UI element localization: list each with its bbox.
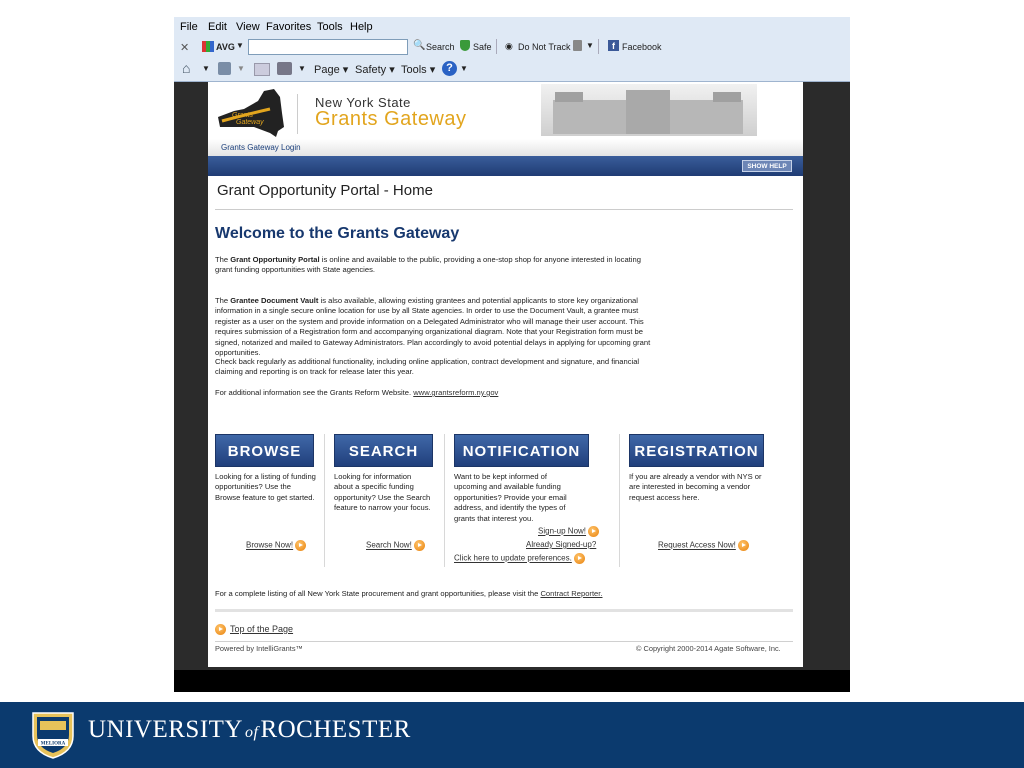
safe-button[interactable]: Safe xyxy=(473,42,492,52)
avg-search-button[interactable]: Search xyxy=(426,42,455,52)
chevron-down-icon[interactable]: ▼ xyxy=(298,64,306,73)
chevron-down-icon[interactable]: ▼ xyxy=(586,41,594,50)
column-divider xyxy=(619,434,620,567)
university-footer: MELIORA UNIVERSITY ofROCHESTER xyxy=(0,702,1024,768)
site-name: Grants Gateway xyxy=(315,108,467,130)
registration-button[interactable]: REGISTRATION xyxy=(629,434,764,467)
safety-menu[interactable]: Safety ▾ xyxy=(355,63,395,76)
request-access-link[interactable]: Request Access Now! xyxy=(658,540,749,551)
close-toolbar-icon[interactable]: ✕ xyxy=(180,41,189,54)
powered-by: Powered by IntelliGrants™ xyxy=(215,644,303,653)
menu-edit[interactable]: Edit xyxy=(208,21,227,33)
avg-logo-icon xyxy=(202,41,214,52)
capitol-building-image xyxy=(541,84,757,136)
seal-motto: MELIORA xyxy=(41,742,66,747)
search-button[interactable]: SEARCH xyxy=(334,434,433,467)
menu-help[interactable]: Help xyxy=(350,21,373,33)
intro-paragraph: The Grant Opportunity Portal is online a… xyxy=(215,255,641,275)
vault-paragraph: The Grantee Document Vault is also avail… xyxy=(215,296,651,358)
search-now-link[interactable]: Search Now! xyxy=(366,540,425,551)
svg-text:Gateway: Gateway xyxy=(236,119,264,126)
page-menu[interactable]: Page ▾ xyxy=(314,63,348,76)
column-divider xyxy=(324,434,325,567)
footer-divider xyxy=(215,609,793,612)
do-not-track-button[interactable]: Do Not Track xyxy=(518,42,571,52)
reform-paragraph: For additional information see the Grant… xyxy=(215,388,499,397)
update-preferences-link[interactable]: Click here to update preferences. xyxy=(454,553,585,564)
already-signed-up-link[interactable]: Already Signed-up? xyxy=(526,540,596,549)
search-description: Looking for information about a specific… xyxy=(334,472,431,513)
title-divider xyxy=(215,209,793,210)
chevron-down-icon[interactable]: ▼ xyxy=(460,64,468,73)
browser-screenshot: File Edit View Favorites Tools Help ✕ AV… xyxy=(174,17,850,692)
arrow-circle-icon xyxy=(413,540,425,551)
menu-tools[interactable]: Tools xyxy=(317,21,343,33)
search-icon: 🔍 xyxy=(413,40,426,51)
chevron-down-icon[interactable]: ▼ xyxy=(237,64,245,73)
update-paragraph: Check back regularly as additional funct… xyxy=(215,357,640,377)
arrow-circle-icon xyxy=(295,540,307,551)
toolbar-divider xyxy=(496,39,497,54)
login-tab[interactable]: Grants Gateway Login xyxy=(221,143,301,152)
procurement-note: For a complete listing of all New York S… xyxy=(215,589,603,598)
trash-icon[interactable] xyxy=(573,40,582,51)
chevron-down-icon[interactable]: ▼ xyxy=(236,41,244,50)
mail-icon[interactable] xyxy=(254,63,270,76)
menu-view[interactable]: View xyxy=(236,21,260,33)
top-of-page-link[interactable]: Top of the Page xyxy=(215,624,293,636)
printer-icon[interactable] xyxy=(277,62,292,75)
arrow-circle-icon xyxy=(588,526,600,537)
eye-icon: ◉ xyxy=(505,41,513,51)
notification-button[interactable]: NOTIFICATION xyxy=(454,434,589,467)
blue-nav-bar: SHOW HELP xyxy=(208,156,803,176)
arrow-circle-icon xyxy=(215,624,226,636)
browse-now-link[interactable]: Browse Now! xyxy=(246,540,307,551)
chevron-down-icon[interactable]: ▼ xyxy=(202,64,210,73)
copyright: © Copyright 2000-2014 Agate Software, In… xyxy=(636,644,781,653)
university-seal-icon: MELIORA xyxy=(32,712,74,759)
menu-file[interactable]: File xyxy=(180,21,198,33)
browser-status-area xyxy=(174,670,850,692)
browse-button[interactable]: BROWSE xyxy=(215,434,314,467)
menu-favorites[interactable]: Favorites xyxy=(266,21,311,33)
avg-label: AVG xyxy=(216,42,235,52)
bottom-divider xyxy=(215,641,793,642)
header-divider xyxy=(297,94,298,134)
help-icon[interactable]: ? xyxy=(442,61,457,76)
avg-toolbar: ✕ AVG ▼ 🔍 Search Safe ◉ Do Not Track ▼ f… xyxy=(174,37,850,57)
arrow-circle-icon xyxy=(573,553,585,564)
arrow-circle-icon xyxy=(737,540,749,551)
page-title: Grant Opportunity Portal - Home xyxy=(217,182,433,199)
command-bar: ⌂ ▼ ▼ ▼ Page ▾ Safety ▾ Tools ▾ ? ▼ xyxy=(174,59,850,79)
sign-up-now-link[interactable]: Sign-up Now! xyxy=(538,526,600,537)
svg-text:Grants: Grants xyxy=(232,112,254,119)
tools-menu[interactable]: Tools ▾ xyxy=(401,63,435,76)
nav-tab-bar: Grants Gateway Login xyxy=(208,139,803,156)
registration-description: If you are already a vendor with NYS or … xyxy=(629,472,762,502)
avg-search-input[interactable] xyxy=(248,39,408,55)
facebook-button[interactable]: Facebook xyxy=(622,42,662,52)
toolbar-divider xyxy=(598,39,599,54)
new-york-state-map-logo: Grants Gateway xyxy=(218,89,284,137)
notification-description: Want to be kept informed of upcoming and… xyxy=(454,472,567,523)
web-page: Grants Gateway New York State Grants Gat… xyxy=(208,82,803,667)
browser-chrome: File Edit View Favorites Tools Help ✕ AV… xyxy=(174,17,850,82)
browse-description: Looking for a listing of funding opportu… xyxy=(215,472,316,502)
shield-icon xyxy=(460,40,470,51)
reform-website-link[interactable]: www.grantsreform.ny.gov xyxy=(413,388,498,397)
facebook-icon: f xyxy=(608,40,619,51)
university-wordmark: UNIVERSITY ofROCHESTER xyxy=(88,716,411,743)
column-divider xyxy=(444,434,445,567)
home-icon[interactable]: ⌂ xyxy=(182,60,190,76)
welcome-heading: Welcome to the Grants Gateway xyxy=(215,225,460,242)
show-help-button[interactable]: SHOW HELP xyxy=(742,160,792,172)
rss-feed-icon[interactable] xyxy=(218,62,231,75)
contract-reporter-link[interactable]: Contract Reporter. xyxy=(540,589,602,598)
menu-bar: File Edit View Favorites Tools Help xyxy=(174,17,850,37)
